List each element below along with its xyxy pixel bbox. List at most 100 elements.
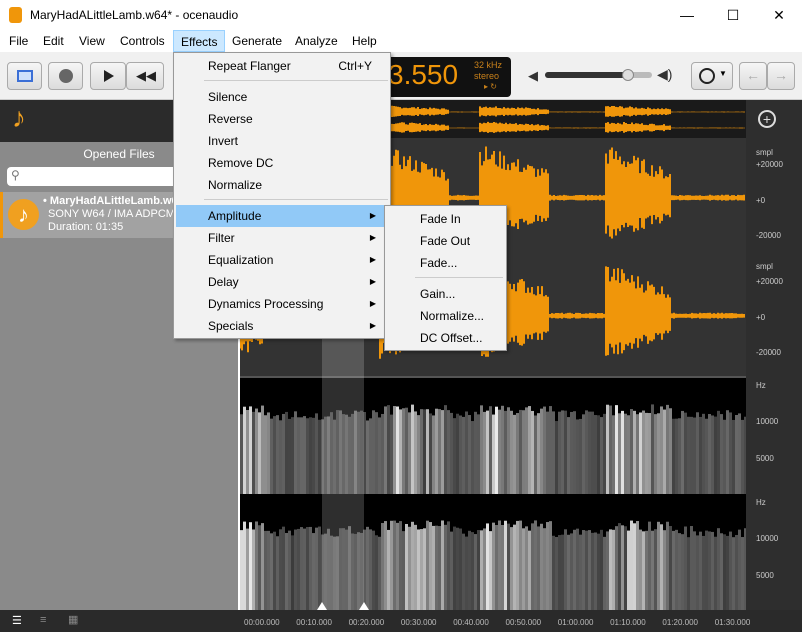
ruler-tick: +0 xyxy=(756,313,766,322)
sidebar-icon xyxy=(17,70,33,82)
play-button[interactable] xyxy=(90,62,126,90)
menu-item-remove-dc[interactable]: Remove DC xyxy=(176,152,388,174)
spectrogram-left xyxy=(240,404,747,494)
submenu-item-fade-in[interactable]: Fade In xyxy=(387,208,505,230)
list-view-icon[interactable]: ≡ xyxy=(40,614,46,626)
menu-item-amplitude[interactable]: Amplitude ▶ xyxy=(176,205,388,227)
record-icon xyxy=(59,69,73,83)
chevron-down-icon: ▼ xyxy=(719,69,727,78)
menu-item-label: Silence xyxy=(208,90,248,104)
rewind-icon: ◀◀ xyxy=(136,68,156,83)
title-bar: MaryHadALittleLamb.w64* - ocenaudio — ☐ … xyxy=(0,0,802,30)
menu-bar: File Edit View Controls Effects Generate… xyxy=(0,30,802,52)
amplitude-submenu: Fade In Fade Out Fade... Gain... Normalize..… xyxy=(384,205,507,351)
ruler-tick: +20000 xyxy=(756,277,783,286)
spectrogram-right xyxy=(240,520,747,610)
menu-item-reverse[interactable]: Reverse xyxy=(176,108,388,130)
submenu-arrow-icon: ▶ xyxy=(369,299,376,308)
file-format: SONY W64 / IMA ADPCM xyxy=(48,208,175,220)
submenu-item-fade-out[interactable]: Fade Out xyxy=(387,230,505,252)
toggle-sidebar-button[interactable] xyxy=(7,62,42,90)
ruler-tick: +0 xyxy=(756,196,766,205)
maximize-button[interactable]: ☐ xyxy=(710,0,756,30)
menu-controls[interactable]: Controls xyxy=(113,30,172,52)
menu-generate[interactable]: Generate xyxy=(225,30,289,52)
menu-separator xyxy=(204,80,388,81)
menu-separator xyxy=(204,199,388,200)
menu-item-dynamics-processing[interactable]: Dynamics Processing ▶ xyxy=(176,293,388,315)
menu-item-label: Equalization xyxy=(208,253,274,267)
submenu-item-gain[interactable]: Gain... xyxy=(387,283,505,305)
time-tick-label: 01:00.000 xyxy=(557,618,594,627)
close-button[interactable]: ✕ xyxy=(756,0,802,30)
menu-item-label: Delay xyxy=(208,275,239,289)
vertical-ruler: + smpl +20000 +0 -20000 smpl +20000 +0 -… xyxy=(746,100,802,610)
menu-item-specials[interactable]: Specials ▶ xyxy=(176,315,388,337)
back-button[interactable]: ← xyxy=(739,62,767,90)
ruler-tick: 5000 xyxy=(756,571,774,580)
record-button[interactable] xyxy=(48,62,83,90)
shortcut-label: Ctrl+Y xyxy=(338,59,372,73)
submenu-arrow-icon: ▶ xyxy=(369,277,376,286)
menu-help[interactable]: Help xyxy=(345,30,384,52)
forward-button[interactable]: → xyxy=(767,62,795,90)
arrow-right-icon: → xyxy=(774,67,788,83)
clock-menu-button[interactable]: ▼ xyxy=(691,62,733,90)
ruler-unit: smpl xyxy=(756,148,773,157)
menu-item-repeat-flanger[interactable]: Repeat Flanger Ctrl+Y xyxy=(176,55,388,77)
file-duration: Duration: 01:35 xyxy=(48,221,124,233)
menu-item-label: Remove DC xyxy=(208,156,274,170)
ruler-unit: Hz xyxy=(756,498,766,507)
audio-file-icon: ♪ xyxy=(8,199,39,230)
music-note-icon: ♪ xyxy=(12,102,26,133)
submenu-item-dc-offset[interactable]: DC Offset... xyxy=(387,327,505,349)
menu-item-normalize[interactable]: Normalize xyxy=(176,174,388,196)
time-tick-label: 00:10.000 xyxy=(296,618,332,627)
menu-item-label: Dynamics Processing xyxy=(208,297,324,311)
time-tick-label: 00:00.000 xyxy=(244,618,280,627)
app-logo-icon xyxy=(9,7,22,23)
volume-low-icon: ◀ xyxy=(528,68,538,83)
grid-view-icon[interactable]: ▦ xyxy=(68,613,78,626)
detail-list-view-icon[interactable]: ☰ xyxy=(12,614,22,627)
time-tick-label: 01:30.000 xyxy=(714,618,751,627)
menu-analyze[interactable]: Analyze xyxy=(288,30,345,52)
time-tick-label: 00:40.000 xyxy=(453,618,489,627)
menu-item-invert[interactable]: Invert xyxy=(176,130,388,152)
submenu-item-normalize[interactable]: Normalize... xyxy=(387,305,505,327)
menu-item-silence[interactable]: Silence xyxy=(176,86,388,108)
volume-slider[interactable] xyxy=(545,69,652,81)
submenu-arrow-icon: ▶ xyxy=(369,321,376,330)
volume-slider-thumb[interactable] xyxy=(622,69,635,81)
clock-icon xyxy=(699,68,715,84)
time-display: 3.550 32 kHz stereo ▸ ↻ xyxy=(380,57,511,97)
menu-view[interactable]: View xyxy=(72,30,112,52)
menu-item-filter[interactable]: Filter ▶ xyxy=(176,227,388,249)
submenu-arrow-icon: ▶ xyxy=(369,255,376,264)
minimize-button[interactable]: — xyxy=(664,0,710,30)
volume-slider-fill xyxy=(545,72,629,78)
submenu-arrow-icon: ▶ xyxy=(369,233,376,242)
menu-item-equalization[interactable]: Equalization ▶ xyxy=(176,249,388,271)
time-tick-label: 00:50.000 xyxy=(505,618,542,627)
rewind-button[interactable]: ◀◀ xyxy=(126,62,164,90)
menu-item-label: Normalize xyxy=(208,178,263,192)
menu-item-delay[interactable]: Delay ▶ xyxy=(176,271,388,293)
time-tick-label: 01:10.000 xyxy=(610,618,646,627)
menu-separator xyxy=(415,277,503,278)
ruler-tick: 10000 xyxy=(756,534,779,543)
menu-file[interactable]: File xyxy=(2,30,35,52)
channel-mode: stereo xyxy=(474,71,500,81)
effects-menu: Repeat Flanger Ctrl+Y Silence Reverse Invert… xyxy=(173,52,391,339)
search-icon: ⚲ xyxy=(11,168,20,182)
submenu-item-fade[interactable]: Fade... xyxy=(387,252,505,274)
ruler-tick: 10000 xyxy=(756,417,779,426)
sample-rate: 32 kHz xyxy=(474,60,503,70)
menu-effects[interactable]: Effects xyxy=(173,30,226,52)
menu-edit[interactable]: Edit xyxy=(36,30,71,52)
menu-item-label: Repeat Flanger xyxy=(208,59,291,73)
zoom-in-icon[interactable]: + xyxy=(758,110,776,128)
time-readout: 3.550 xyxy=(388,59,459,90)
channel-divider xyxy=(240,376,746,378)
submenu-arrow-icon: ▶ xyxy=(369,211,376,220)
